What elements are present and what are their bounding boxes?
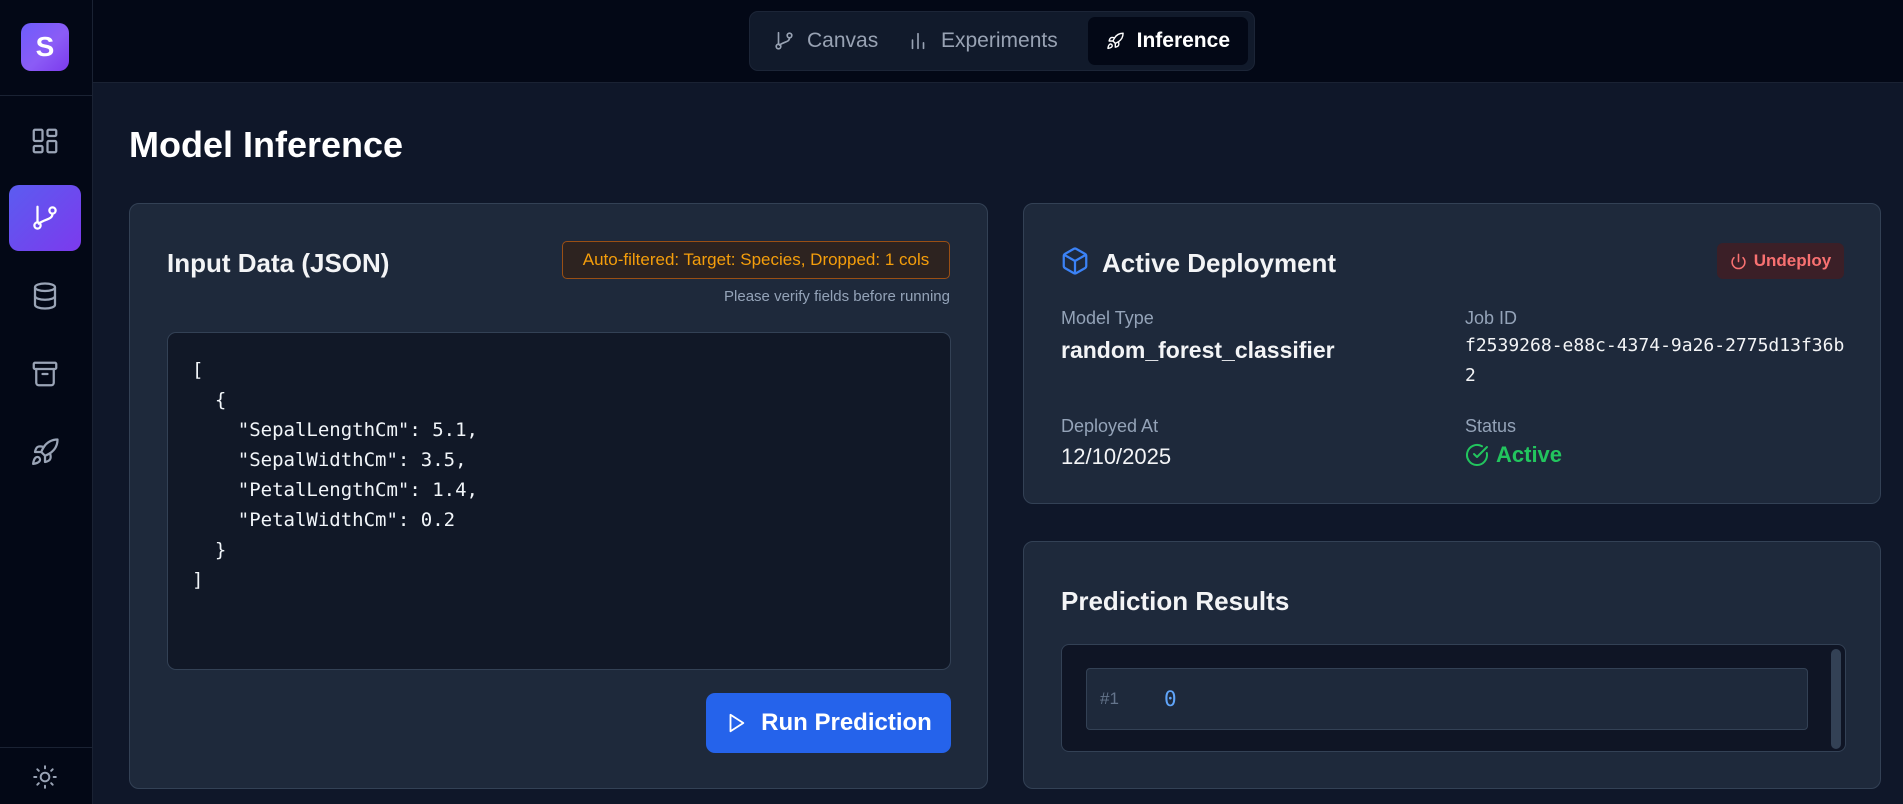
tab-label: Experiments (941, 29, 1058, 52)
grid-icon (32, 128, 58, 154)
json-input-editor[interactable]: [ { "SepalLengthCm": 5.1, "SepalWidthCm"… (167, 332, 951, 670)
sidebar-divider (0, 95, 93, 96)
deployed-at-value: 12/10/2025 (1061, 444, 1172, 469)
tab-label: Canvas (807, 29, 879, 52)
tab-canvas[interactable]: Canvas (755, 17, 896, 65)
top-bar: Canvas Experiments Inference (93, 0, 1903, 83)
check-circle-icon (1466, 443, 1488, 466)
job-id-value: f2539268-e88c-4374-9a26-2775d13f36b2 (1465, 335, 1845, 386)
tab-label: Inference (1136, 29, 1230, 52)
sidebar-item-deployments[interactable] (9, 419, 81, 485)
model-type-value: random_forest_classifier (1061, 337, 1335, 363)
results-list[interactable]: #1 0 (1061, 644, 1846, 752)
results-scrollbar[interactable] (1831, 649, 1841, 749)
run-prediction-button[interactable]: Run Prediction (706, 693, 951, 753)
power-icon (1731, 253, 1746, 269)
model-type-label: Model Type (1061, 308, 1154, 328)
sidebar-item-models[interactable] (9, 341, 81, 407)
database-icon (33, 282, 57, 310)
rocket-icon (32, 438, 59, 465)
active-deployment-card: Active Deployment Undeploy Model Type ra… (1023, 203, 1881, 504)
page-title: Model Inference (129, 124, 404, 165)
sidebar: S (0, 0, 93, 804)
code-line: "PetalLengthCm": 1.4, (192, 479, 478, 501)
sidebar-item-datasets[interactable] (9, 263, 81, 329)
undeploy-button[interactable]: Undeploy (1717, 243, 1844, 279)
branch-icon (775, 31, 793, 50)
results-card-title: Prediction Results (1061, 586, 1290, 616)
app-root: S Canvas Experiments Inference Model Inf… (0, 0, 1903, 804)
branch-icon (33, 205, 57, 230)
tab-experiments[interactable]: Experiments (889, 17, 1076, 65)
sidebar-divider (0, 747, 93, 748)
archive-icon (32, 361, 58, 387)
prediction-results-card: Prediction Results #1 0 (1023, 541, 1881, 789)
sidebar-item-pipelines[interactable] (9, 185, 81, 251)
theme-toggle[interactable] (9, 754, 81, 800)
auto-filter-badge: Auto-filtered: Target: Species, Dropped:… (562, 241, 950, 279)
app-logo[interactable]: S (21, 23, 69, 71)
bar-chart-icon (911, 32, 925, 50)
status-value: Active (1496, 442, 1563, 467)
sidebar-item-dashboard[interactable] (9, 108, 81, 174)
deployment-card-title: Active Deployment (1102, 248, 1337, 278)
result-row: #1 0 (1086, 668, 1808, 730)
sun-icon (33, 765, 57, 789)
code-line: "SepalWidthCm": 3.5, (192, 449, 467, 471)
code-line: [ (192, 359, 204, 381)
view-tabs: Canvas Experiments Inference (749, 11, 1255, 71)
undeploy-label: Undeploy (1753, 251, 1832, 270)
code-line: "PetalWidthCm": 0.2 (192, 509, 456, 531)
play-icon (729, 713, 745, 733)
result-value: 0 (1164, 687, 1177, 711)
code-line: } (192, 539, 227, 561)
job-id-label: Job ID (1465, 308, 1518, 328)
input-card-title: Input Data (JSON) (167, 248, 390, 278)
result-index: #1 (1100, 689, 1119, 708)
verify-hint: Please verify fields before running (724, 288, 950, 305)
code-line: ] (192, 569, 204, 591)
status-badge: Active (1465, 442, 1562, 468)
code-line: "SepalLengthCm": 5.1, (192, 419, 478, 441)
status-label: Status (1465, 416, 1517, 436)
tab-inference[interactable]: Inference (1088, 17, 1248, 65)
code-line: { (192, 389, 227, 411)
input-data-card: Input Data (JSON) Auto-filtered: Target:… (129, 203, 988, 789)
deployed-at-label: Deployed At (1061, 416, 1159, 436)
run-prediction-label: Run Prediction (761, 709, 932, 736)
rocket-icon (1107, 32, 1124, 50)
cube-icon (1062, 247, 1088, 275)
